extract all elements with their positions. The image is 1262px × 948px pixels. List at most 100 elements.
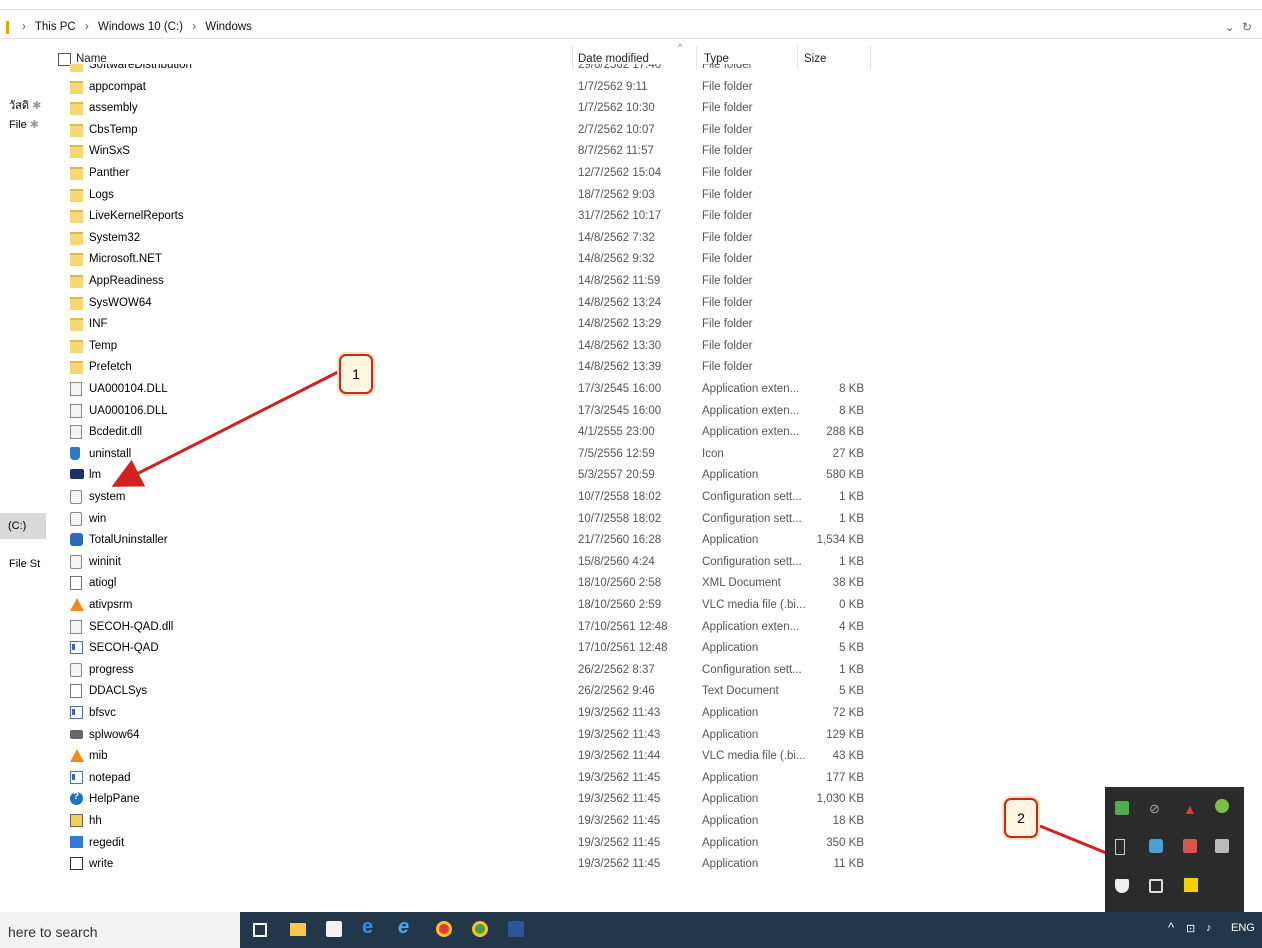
file-row[interactable]: Temp 14/8/2562 13:30 File folder [52, 335, 882, 357]
display-icon[interactable] [1215, 839, 1229, 853]
file-name[interactable]: hh [89, 815, 102, 827]
drive-icon[interactable] [1149, 879, 1163, 893]
file-row[interactable]: LiveKernelReports 31/7/2562 10:17 File fol… [52, 205, 882, 227]
nav-item-drive-c[interactable]: (C:) [0, 513, 46, 539]
network-share-icon[interactable] [1149, 839, 1163, 853]
file-row[interactable]: Panther 12/7/2562 15:04 File folder [52, 162, 882, 184]
breadcrumb-windows[interactable]: Windows [205, 21, 252, 33]
file-row[interactable]: system 10/7/2558 18:02 Configuration sett.… [52, 486, 882, 508]
chevron-down-icon[interactable]: ⌄ [1225, 20, 1235, 34]
file-row[interactable]: AppReadiness 14/8/2562 11:59 File folder [52, 270, 882, 292]
file-row[interactable]: DDACLSys 26/2/2562 9:46 Text Document 5 KB [52, 680, 882, 702]
mail-robot-icon[interactable] [1183, 839, 1197, 853]
file-name[interactable]: Temp [89, 340, 117, 352]
file-row[interactable]: splwow64 19/3/2562 11:43 Application 129 KB [52, 724, 882, 746]
file-row[interactable]: regedit 19/3/2562 11:45 Application 350 KB [52, 832, 882, 854]
file-row[interactable]: Prefetch 14/8/2562 13:39 File folder [52, 356, 882, 378]
file-row[interactable]: UA000106.DLL 17/3/2545 16:00 Application e… [52, 400, 882, 422]
file-name[interactable]: SECOH-QAD [89, 642, 159, 654]
file-row[interactable]: Microsoft.NET 14/8/2562 9:32 File folder [52, 248, 882, 270]
file-name[interactable]: TotalUninstaller [89, 534, 168, 546]
file-row[interactable]: bfsvc 19/3/2562 11:43 Application 72 KB [52, 702, 882, 724]
usb-icon[interactable] [1115, 839, 1125, 855]
file-name[interactable]: SECOH-QAD.dll [89, 621, 173, 633]
file-row[interactable]: notepad 19/3/2562 11:45 Application 177 KB [52, 767, 882, 789]
file-name[interactable]: Microsoft.NET [89, 253, 162, 265]
file-name[interactable]: SysWOW64 [89, 297, 152, 309]
file-row[interactable]: uninstall 7/5/2556 12:59 Icon 27 KB [52, 443, 882, 465]
file-name[interactable]: WinSxS [89, 145, 130, 157]
file-name[interactable]: uninstall [89, 448, 131, 460]
lm-app-icon[interactable] [1183, 877, 1199, 893]
file-name[interactable]: UA000104.DLL [89, 383, 168, 395]
file-row[interactable]: lm 5/3/2557 20:59 Application 580 KB [52, 464, 882, 486]
network-icon[interactable]: ⊡ [1186, 922, 1195, 935]
file-row[interactable]: appcompat 1/7/2562 9:11 File folder [52, 76, 882, 98]
task-view-icon[interactable] [253, 923, 267, 937]
breadcrumb-this-pc[interactable]: This PC [35, 21, 76, 33]
file-row[interactable]: SoftwareDistribution 29/6/2562 17:40 File … [52, 64, 882, 76]
store-icon[interactable] [326, 921, 342, 937]
file-row[interactable]: SysWOW64 14/8/2562 13:24 File folder [52, 292, 882, 314]
volume-icon[interactable]: ♪ [1206, 922, 1212, 934]
address-bar[interactable]: › This PC › Windows 10 (C:) › Windows ⌄ … [0, 18, 1262, 39]
file-name[interactable]: CbsTemp [89, 124, 138, 136]
file-name[interactable]: Prefetch [89, 361, 132, 373]
file-name[interactable]: SoftwareDistribution [89, 64, 192, 71]
hidden-eye-icon[interactable]: ⊘ [1149, 801, 1163, 816]
file-name[interactable]: write [89, 858, 113, 870]
file-name[interactable]: wininit [89, 556, 121, 568]
file-name[interactable]: system [89, 491, 125, 503]
edge-icon[interactable]: e [362, 916, 378, 938]
file-row[interactable]: INF 14/8/2562 13:29 File folder [52, 313, 882, 335]
file-name[interactable]: win [89, 513, 106, 525]
file-row[interactable]: progress 26/2/2562 8:37 Configuration sett… [52, 659, 882, 681]
file-name[interactable]: assembly [89, 102, 138, 114]
file-name[interactable]: lm [89, 469, 101, 481]
file-row[interactable]: CbsTemp 2/7/2562 10:07 File folder [52, 119, 882, 141]
file-name[interactable]: bfsvc [89, 707, 116, 719]
file-row[interactable]: mib 19/3/2562 11:44 VLC media file (.bi...… [52, 745, 882, 767]
file-row[interactable]: TotalUninstaller 21/7/2560 16:28 Applicati… [52, 529, 882, 551]
language-indicator[interactable]: ENG [1231, 922, 1255, 934]
file-name[interactable]: Panther [89, 167, 129, 179]
file-explorer-icon[interactable] [290, 923, 306, 936]
quick-access-item[interactable]: File ✱ [9, 118, 39, 131]
file-row[interactable]: atiogl 18/10/2560 2:58 XML Document 38 KB [52, 572, 882, 594]
file-name[interactable]: notepad [89, 772, 131, 784]
file-name[interactable]: splwow64 [89, 729, 140, 741]
file-row[interactable]: Bcdedit.dll 4/1/2555 23:00 Application ext… [52, 421, 882, 443]
file-name[interactable]: System32 [89, 232, 140, 244]
file-name[interactable]: Logs [89, 189, 114, 201]
file-row[interactable]: write 19/3/2562 11:45 Application 11 KB [52, 853, 882, 875]
file-name[interactable]: appcompat [89, 81, 146, 93]
file-row[interactable]: UA000104.DLL 17/3/2545 16:00 Application e… [52, 378, 882, 400]
file-row[interactable]: WinSxS 8/7/2562 11:57 File folder [52, 140, 882, 162]
file-name[interactable]: AppReadiness [89, 275, 164, 287]
file-row[interactable]: assembly 1/7/2562 10:30 File folder [52, 97, 882, 119]
file-name[interactable]: mib [89, 750, 108, 762]
utorrent-icon[interactable] [1215, 799, 1229, 813]
file-name[interactable]: HelpPane [89, 793, 140, 805]
file-row[interactable]: hh 19/3/2562 11:45 Application 18 KB [52, 810, 882, 832]
breadcrumb-drive[interactable]: Windows 10 (C:) [98, 21, 183, 33]
refresh-icon[interactable]: ↻ [1242, 20, 1252, 34]
file-row[interactable]: SECOH-QAD 17/10/2561 12:48 Application 5 KB [52, 637, 882, 659]
file-name[interactable]: regedit [89, 837, 124, 849]
file-name[interactable]: DDACLSys [89, 685, 147, 697]
tray-chevron-icon[interactable]: ^ [1168, 920, 1174, 935]
file-name[interactable]: ativpsrm [89, 599, 132, 611]
file-row[interactable]: SECOH-QAD.dll 17/10/2561 12:48 Application… [52, 616, 882, 638]
defender-icon[interactable] [1115, 879, 1129, 893]
amd-icon[interactable]: ▲ [1183, 801, 1197, 817]
chrome-icon[interactable] [436, 921, 452, 937]
file-row[interactable]: ativpsrm 18/10/2560 2:59 VLC media file (.… [52, 594, 882, 616]
nvidia-icon[interactable] [1115, 801, 1129, 815]
file-name[interactable]: Bcdedit.dll [89, 426, 142, 438]
nav-item-file-storage[interactable]: File St [9, 558, 40, 570]
file-row[interactable]: HelpPane 19/3/2562 11:45 Application 1,030 … [52, 788, 882, 810]
file-row[interactable]: wininit 15/8/2560 4:24 Configuration sett.… [52, 551, 882, 573]
file-name[interactable]: LiveKernelReports [89, 210, 184, 222]
file-row[interactable]: win 10/7/2558 18:02 Configuration sett... 1… [52, 508, 882, 530]
file-name[interactable]: atiogl [89, 577, 117, 589]
